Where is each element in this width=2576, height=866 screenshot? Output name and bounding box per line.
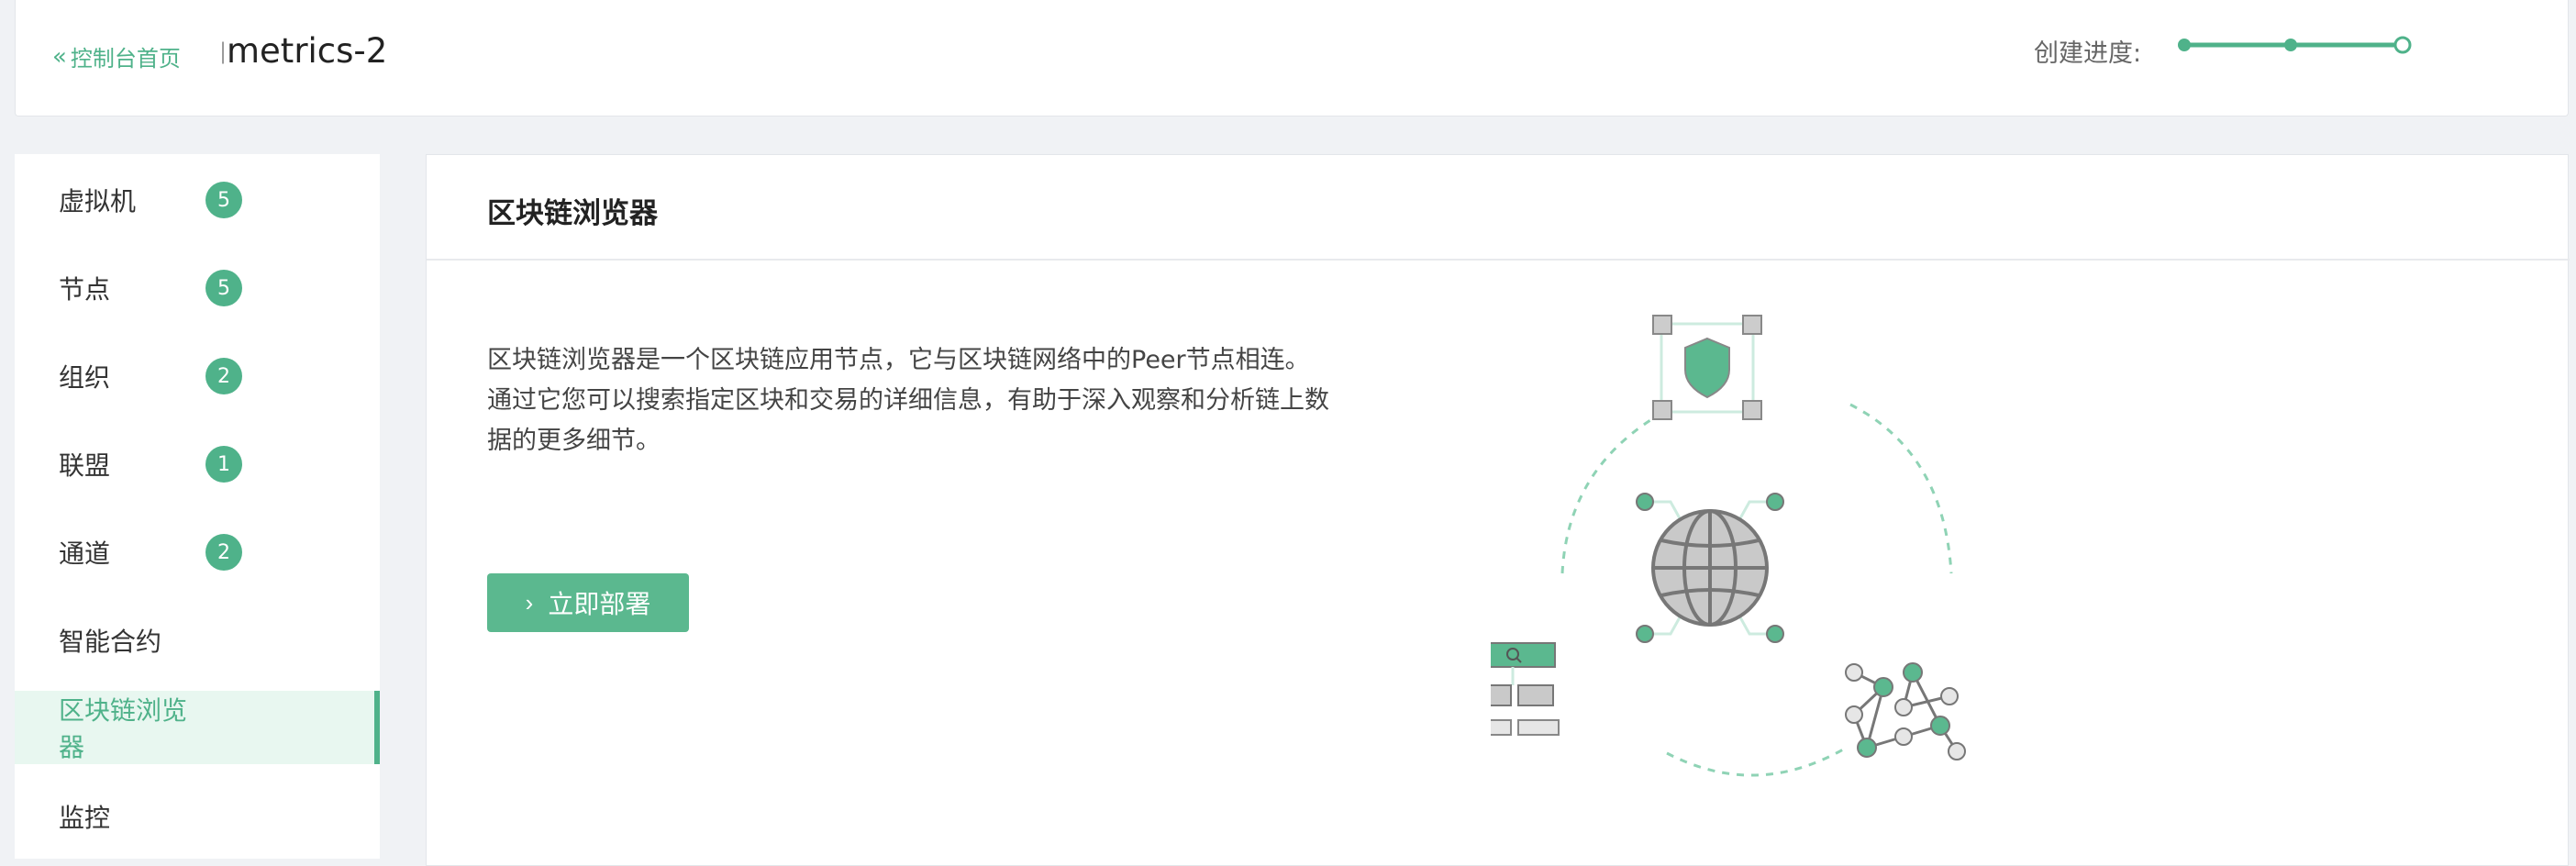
back-link-label: 控制台首页	[70, 46, 181, 72]
top-bar: « 控制台首页 | metrics-2 创建进度:	[15, 0, 2569, 117]
explorer-panel: 区块链浏览器 区块链浏览器是一个区块链应用节点，它与区块链网络中的Peer节点相…	[426, 154, 2570, 866]
sidebar-item-label: 通道	[59, 538, 111, 569]
page-title: metrics-2	[227, 31, 388, 71]
node-graph-icon	[1845, 662, 1966, 761]
back-to-console-link[interactable]: « 控制台首页	[52, 40, 181, 72]
globe-network-icon	[1636, 493, 1784, 643]
sidebar-item-monitoring[interactable]: 监控	[15, 780, 380, 853]
count-badge: 2	[205, 534, 242, 571]
progress-step-1	[2178, 39, 2191, 51]
sidebar-item-label: 监控	[59, 803, 111, 833]
sidebar-item-organizations[interactable]: 组织 2	[15, 339, 380, 413]
sidebar-item-blockchain-explorer[interactable]: 区块链浏览器	[15, 691, 380, 764]
sidebar-item-label: 区块链浏览器	[59, 695, 188, 762]
deploy-button-label: 立即部署	[548, 590, 651, 618]
progress-step-2	[2284, 39, 2297, 51]
sidebar-item-label: 智能合约	[59, 627, 162, 657]
breadcrumb-separator: |	[219, 39, 228, 64]
sidebar-item-label: 节点	[59, 274, 111, 305]
sidebar-item-smart-contracts[interactable]: 智能合约	[15, 604, 380, 677]
count-badge: 2	[205, 358, 242, 394]
sidebar: 虚拟机 5 节点 5 组织 2 联盟 1 通道 2 智能合约 区块链浏览器 监控	[15, 154, 380, 859]
progress-step-3	[2393, 36, 2412, 54]
panel-title: 区块链浏览器	[487, 197, 658, 230]
sidebar-item-consortium[interactable]: 联盟 1	[15, 427, 380, 501]
creation-progress-stepper	[2178, 36, 2412, 54]
count-badge: 5	[205, 270, 242, 306]
sidebar-item-vm[interactable]: 虚拟机 5	[15, 163, 380, 237]
divider	[427, 259, 2570, 261]
explorer-description: 区块链浏览器是一个区块链应用节点，它与区块链网络中的Peer节点相连。通过它您可…	[487, 346, 1329, 455]
shield-security-icon	[1652, 315, 1762, 420]
sidebar-item-label: 虚拟机	[59, 186, 137, 216]
sidebar-item-label: 组织	[59, 362, 111, 393]
chevron-right-icon: ›	[525, 588, 534, 616]
double-chevron-left-icon: «	[52, 42, 67, 71]
blockchain-explorer-illustration	[1491, 315, 1966, 777]
deploy-now-button[interactable]: › 立即部署	[487, 573, 689, 632]
block-search-icon	[1491, 642, 1560, 736]
count-badge: 1	[205, 446, 242, 483]
count-badge: 5	[205, 182, 242, 218]
progress-label: 创建进度:	[2034, 39, 2142, 68]
sidebar-item-label: 联盟	[59, 450, 111, 481]
sidebar-item-nodes[interactable]: 节点 5	[15, 251, 380, 325]
sidebar-item-channels[interactable]: 通道 2	[15, 516, 380, 589]
